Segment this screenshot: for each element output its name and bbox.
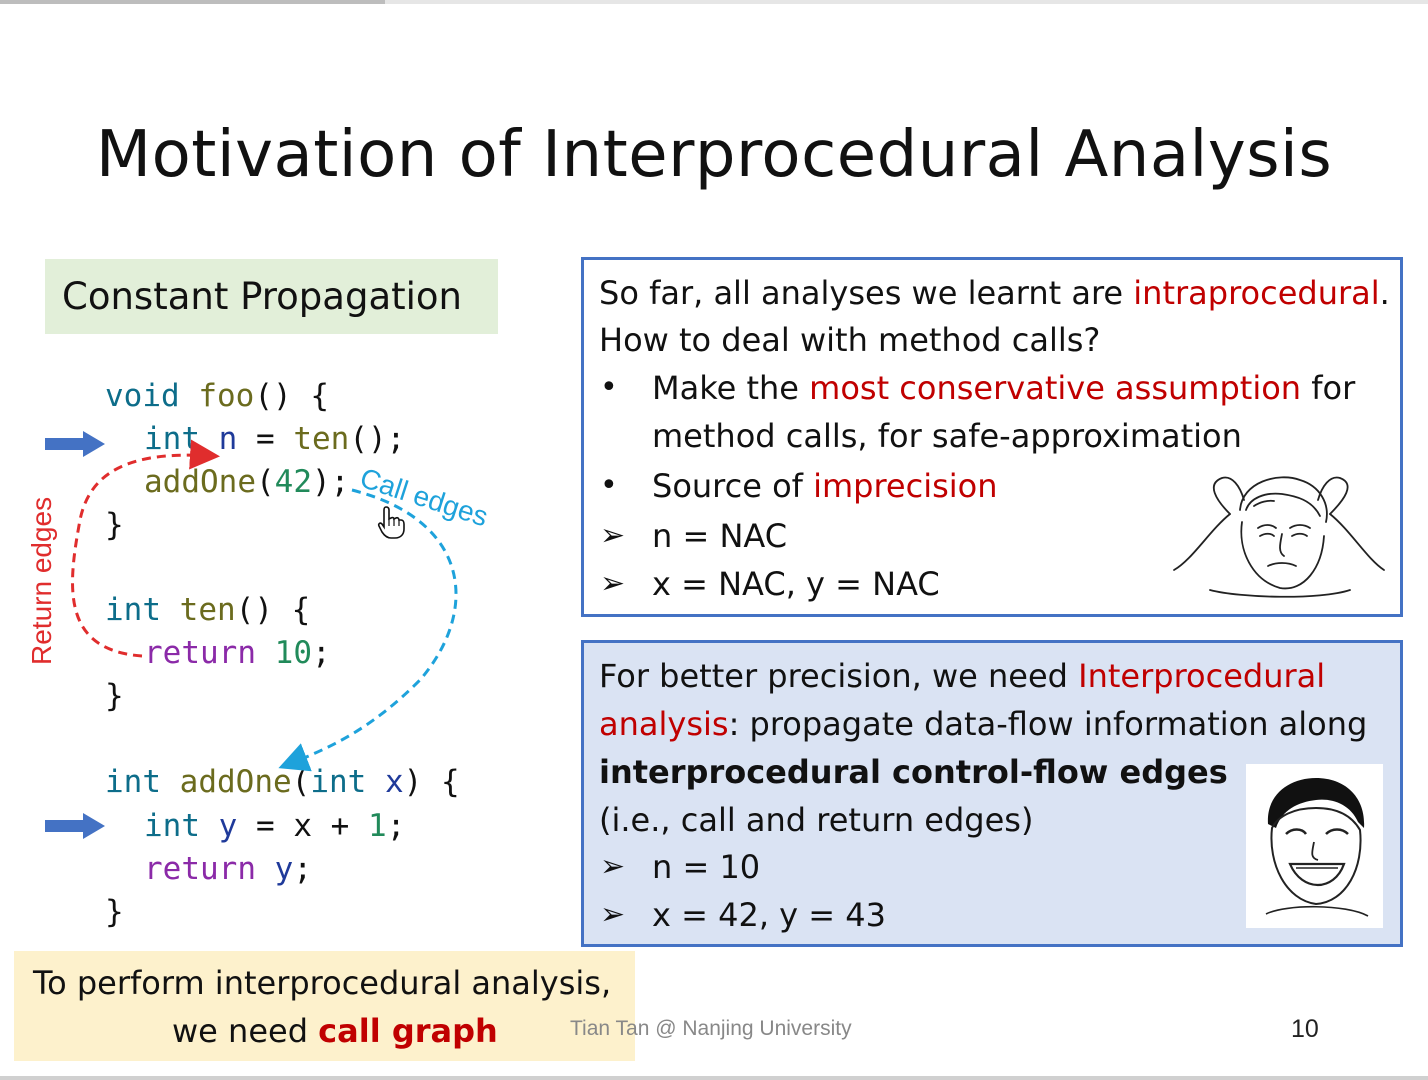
box2-line4: (i.e., call and return edges) xyxy=(599,801,1034,839)
text-run: analysis xyxy=(599,705,729,743)
text-run: Interprocedural xyxy=(1078,657,1326,695)
code-token: int xyxy=(310,764,367,800)
call-graph-note: To perform interprocedural analysis, we … xyxy=(14,951,635,1061)
box2-line3: interprocedural control-flow edges xyxy=(599,753,1228,791)
code-token: ( xyxy=(291,764,311,800)
text-run: So far, all analyses we learnt are xyxy=(599,274,1134,312)
box1-bullet1-cont: method calls, for safe-approximation xyxy=(652,417,1242,455)
hand-cursor-icon xyxy=(377,506,405,539)
code-token: ten xyxy=(179,592,236,628)
bottom-border xyxy=(0,1076,1428,1080)
code-token: return xyxy=(144,635,256,671)
text-run: intraprocedural xyxy=(1133,274,1380,312)
text-run: imprecision xyxy=(813,467,998,505)
page-number: 10 xyxy=(1291,1015,1319,1043)
code-ten-signature: int ten() { xyxy=(105,592,310,628)
arrow-bullet-icon: ➢ xyxy=(600,566,626,601)
text-run: Make the xyxy=(652,369,810,407)
text-run: : propagate data-flow information along xyxy=(728,705,1368,743)
text-run: for xyxy=(1301,369,1356,407)
code-close-brace: } xyxy=(105,894,124,930)
video-progress-bar[interactable] xyxy=(0,0,1428,4)
box1-arrow2: x = NAC, y = NAC xyxy=(652,565,940,603)
code-token: + xyxy=(312,808,369,844)
text-run: most conservative assumption xyxy=(809,369,1302,407)
code-foo-signature: void foo() { xyxy=(105,378,329,414)
code-token: n xyxy=(218,421,238,457)
box1-bullet1: Make the most conservative assumption fo… xyxy=(652,369,1355,407)
bullet-dot-icon: • xyxy=(600,468,618,503)
code-token: 10 xyxy=(274,635,312,671)
box1-arrow1: n = NAC xyxy=(652,517,788,555)
laughing-face-icon xyxy=(1246,764,1383,928)
footer-author: Tian Tan @ Nanjing University xyxy=(570,1017,852,1040)
code-token: ; xyxy=(293,851,312,887)
section-label: Constant Propagation xyxy=(45,259,498,334)
text-run: Source of xyxy=(652,467,814,505)
code-token: ; xyxy=(311,635,331,671)
code-token: (); xyxy=(349,421,406,457)
code-token: () { xyxy=(235,592,311,628)
text-run: For better precision, we need xyxy=(599,657,1079,695)
code-close-brace: } xyxy=(105,507,124,543)
box1-line2: How to deal with method calls? xyxy=(599,321,1101,359)
box2-arrow1: n = 10 xyxy=(652,848,761,886)
arrow-bullet-icon: ➢ xyxy=(600,897,626,932)
code-token: 1 xyxy=(368,808,387,844)
code-token: int xyxy=(105,764,161,800)
code-token: addOne xyxy=(144,464,256,500)
bullet-dot-icon: • xyxy=(600,370,618,405)
code-y-line: int y = x + 1; xyxy=(144,808,405,844)
code-token: ); xyxy=(311,464,350,500)
code-ten-return: return 10; xyxy=(144,635,331,671)
slide-title: Motivation of Interprocedural Analysis xyxy=(95,118,1333,192)
box2-arrow2: x = 42, y = 43 xyxy=(652,896,886,934)
code-y-return: return y; xyxy=(144,851,312,887)
video-progress-fill xyxy=(0,0,385,4)
arrow-bullet-icon: ➢ xyxy=(600,849,626,884)
code-token: ) { xyxy=(403,764,460,800)
call-edge-path xyxy=(278,488,458,772)
box2-line1: For better precision, we need Interproce… xyxy=(599,657,1325,695)
box2-line2: analysis: propagate data-flow informatio… xyxy=(599,705,1367,743)
arrow-bullet-icon: ➢ xyxy=(600,518,626,553)
code-token: = xyxy=(237,808,294,844)
text-run: call graph xyxy=(318,1012,498,1050)
code-token: ten xyxy=(293,421,350,457)
code-token: return xyxy=(144,851,256,887)
code-token: = xyxy=(237,421,294,457)
box1-line1: So far, all analyses we learnt are intra… xyxy=(599,274,1390,312)
code-n-line: int n = ten(); xyxy=(144,421,405,457)
code-token: int xyxy=(105,592,161,628)
blue-arrow-icon xyxy=(45,431,105,457)
code-token: y xyxy=(218,808,238,844)
frustrated-face-icon xyxy=(1173,476,1385,598)
code-token: ( xyxy=(255,464,275,500)
code-token: y xyxy=(274,851,294,887)
code-addone-signature: int addOne(int x) { xyxy=(105,764,460,800)
code-token: foo xyxy=(198,378,255,414)
return-edges-label: Return edges xyxy=(26,496,57,665)
code-close-brace: } xyxy=(105,678,124,714)
code-addone-call: addOne(42); xyxy=(144,464,349,500)
code-token: addOne xyxy=(179,764,292,800)
code-token: void xyxy=(105,378,180,414)
text-run: . xyxy=(1379,274,1390,312)
code-token: ; xyxy=(386,808,406,844)
code-token: int xyxy=(144,421,200,457)
note-line1: To perform interprocedural analysis, xyxy=(33,964,612,1002)
note-line2: we need call graph xyxy=(172,1012,498,1050)
code-token: x xyxy=(385,764,404,800)
code-token: x xyxy=(293,808,313,844)
blue-arrow-icon xyxy=(45,813,105,839)
code-token: int xyxy=(144,808,200,844)
box1-bullet2: Source of imprecision xyxy=(652,467,998,505)
text-run: we need xyxy=(172,1012,319,1050)
code-token: 42 xyxy=(274,464,312,500)
code-token: () { xyxy=(254,378,329,414)
